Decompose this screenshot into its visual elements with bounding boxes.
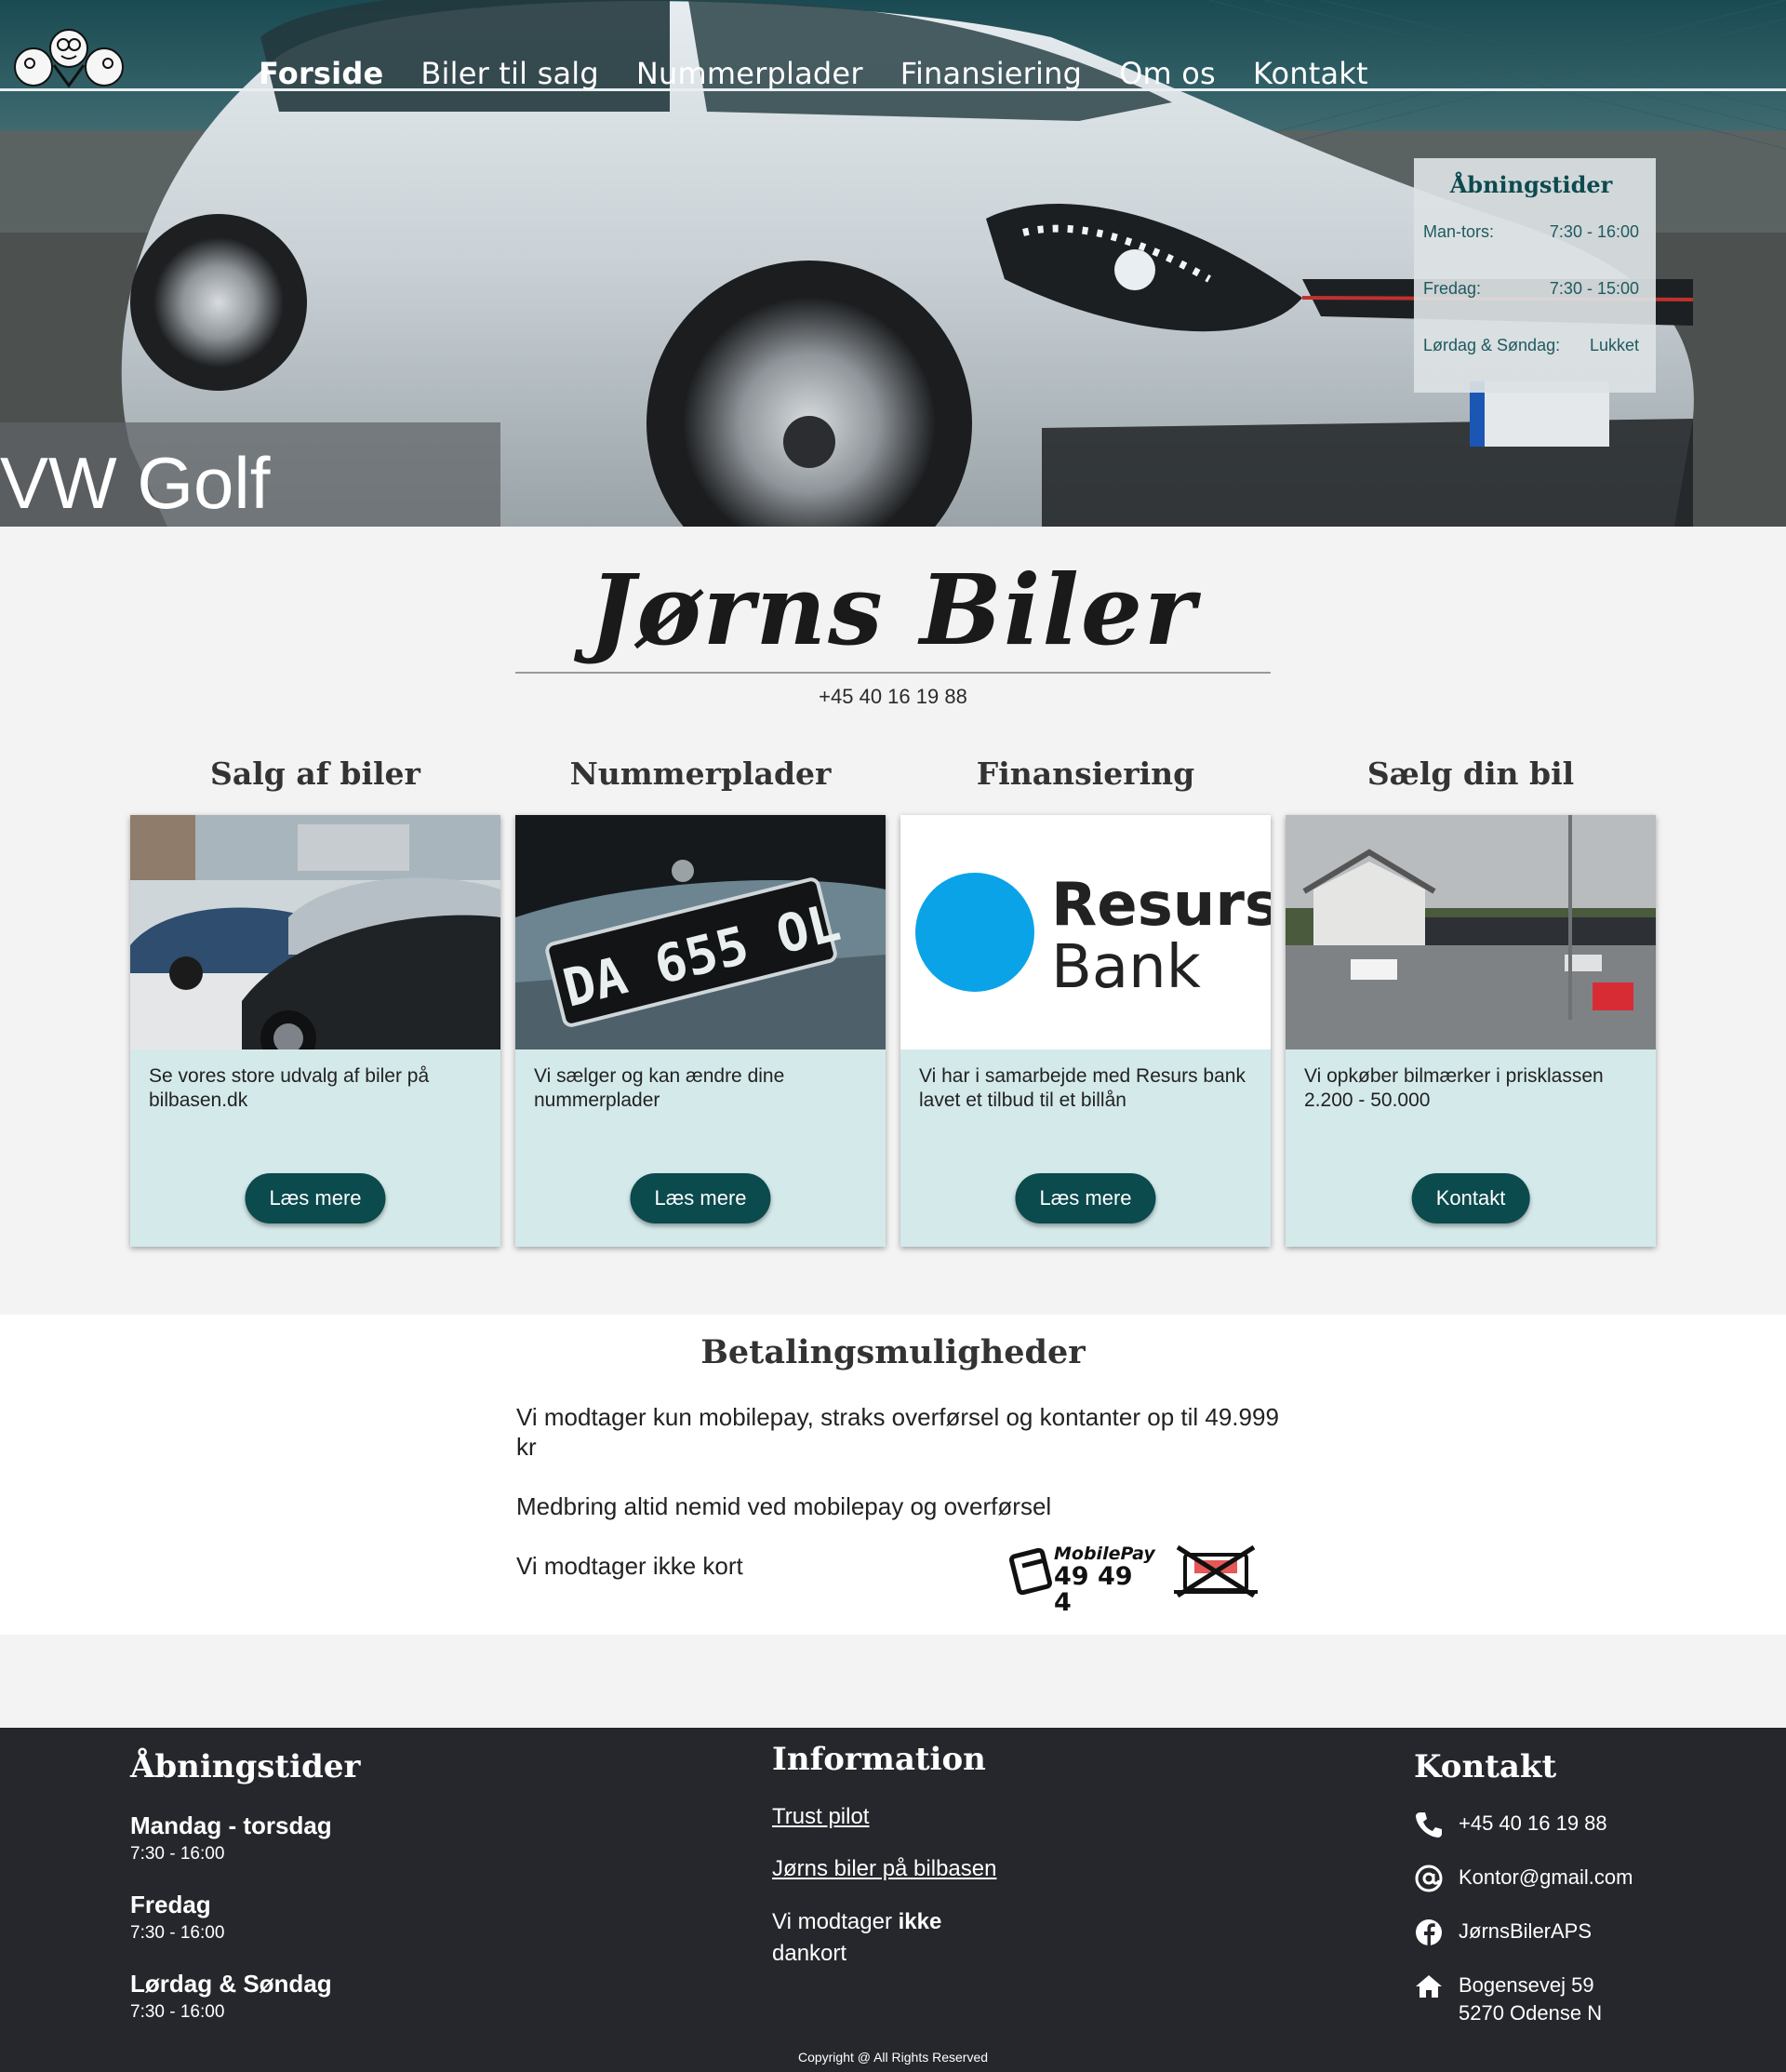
nav-link-biler-til-salg[interactable]: Biler til salg (420, 56, 599, 91)
footer-hours-day: Lørdag & Søndag (130, 1970, 332, 1998)
card-nummerplader: Nummerplader DA 655 OL Vi sælger og kan … (515, 752, 886, 1247)
hero-hours-time: 7:30 - 15:00 (1549, 279, 1639, 298)
footer-hours-time: 7:30 - 16:00 (130, 1844, 225, 1864)
card-title: Nummerplader (569, 755, 832, 792)
card-image-resurs-bank-logo: Resurs Bank (900, 815, 1271, 1049)
bilbasen-link[interactable]: Jørns biler på bilbasen (772, 1856, 996, 1882)
contact-phone-text: +45 40 16 19 88 (1459, 1811, 1607, 1835)
footer-hours-time: 7:30 - 16:00 (130, 1923, 225, 1943)
nav-link-kontakt[interactable]: Kontakt (1253, 56, 1368, 91)
mobilepay-number: 49 49 4 (1054, 1562, 1133, 1617)
card-title: Finansiering (976, 755, 1195, 792)
footer-hours-time: 7:30 - 16:00 (130, 2002, 225, 2022)
card-body: Vi opkøber bilmærker i prisklassen 2.200… (1286, 815, 1656, 1247)
hero-hours-time: Lukket (1589, 336, 1639, 354)
card-title: Sælg din bil (1366, 755, 1575, 792)
nav-link-om-os[interactable]: Om os (1119, 56, 1216, 91)
contact-facebook[interactable]: JørnsBilerAPS (1414, 1918, 1633, 1947)
footer-information: Information Trust pilot Jørns biler på b… (772, 1728, 996, 1970)
payment-text-methods: Vi modtager kun mobilepay, straks overfø… (516, 1403, 1279, 1461)
hero-opening-hours: Åbningstider Man-tors: 7:30 - 16:00 Fred… (1414, 158, 1656, 393)
footer-hours-day: Mandag - torsdag (130, 1811, 332, 1839)
card-body: Se vores store udvalg af biler på bilbas… (130, 815, 500, 1247)
contact-button[interactable]: Kontakt (1411, 1173, 1530, 1223)
footer-contact: Kontakt +45 40 16 19 88 Kontor@gmail.com… (1414, 1728, 1633, 2027)
at-icon (1415, 1865, 1443, 1892)
footer-dankort-note: Vi modtager ikke dankort (772, 1909, 942, 1966)
phone-icon (1416, 1812, 1442, 1838)
card-text: Vi opkøber bilmærker i prisklassen 2.200… (1304, 1065, 1604, 1111)
main-nav: Forside Biler til salg Nummerplader Fina… (259, 56, 1368, 91)
hero-caption: VW Golf (0, 422, 500, 527)
hero-hours-day: Fredag: (1423, 279, 1482, 298)
brand-divider (515, 672, 1271, 674)
payment-text-no-cards: Vi modtager ikke kort (516, 1552, 743, 1580)
footer-opening-hours: Åbningstider Mandag - torsdag 7:30 - 16:… (130, 1728, 360, 2023)
mobilepay-logo: MobilePay 49 49 4 (1009, 1544, 1155, 1616)
resurs-logo-line1: Resurs (1051, 871, 1271, 940)
no-dankort-icon (1174, 1544, 1258, 1598)
trustpilot-link[interactable]: Trust pilot (772, 1804, 996, 1830)
footer-info-title: Information (772, 1741, 986, 1778)
site-footer: Åbningstider Mandag - torsdag 7:30 - 16:… (0, 1728, 1786, 2072)
contact-phone[interactable]: +45 40 16 19 88 (1414, 1810, 1633, 1839)
payment-title: Betalingsmuligheder (700, 1333, 1086, 1371)
hero-banner: Forside Biler til salg Nummerplader Fina… (0, 0, 1786, 527)
site-logo[interactable] (7, 28, 130, 89)
card-salg-af-biler: Salg af biler Se vores store udvalg af b… (130, 752, 500, 1247)
hero-hours-row: Lørdag & Søndag: Lukket (1423, 336, 1639, 355)
resurs-logo-line2: Bank (1051, 933, 1201, 1002)
home-icon (1416, 1975, 1442, 1998)
card-image-street-view (1286, 815, 1656, 1049)
nav-link-finansiering[interactable]: Finansiering (900, 56, 1082, 91)
read-more-button[interactable]: Læs mere (1015, 1173, 1156, 1223)
payment-section: Betalingsmuligheder Vi modtager kun mobi… (0, 1315, 1786, 1635)
copyright-text: Copyright @ All Rights Reserved (797, 2050, 989, 2065)
hero-hours-day: Man-tors: (1423, 222, 1495, 241)
hero-caption-text: VW Golf (0, 442, 271, 524)
brand-title: Jørns Biler (589, 553, 1197, 667)
card-text: Vi sælger og kan ændre dine nummerplader (534, 1065, 785, 1111)
mobilepay-brand: MobilePay (1054, 1544, 1155, 1564)
hero-hours-row: Fredag: 7:30 - 15:00 (1423, 279, 1639, 299)
read-more-button[interactable]: Læs mere (245, 1173, 386, 1223)
card-title: Salg af biler (210, 755, 420, 792)
contact-facebook-text: JørnsBilerAPS (1459, 1919, 1593, 1943)
card-body: Resurs Bank Vi har i samarbejde med Resu… (900, 815, 1271, 1247)
nav-link-nummerplader[interactable]: Nummerplader (636, 56, 863, 91)
footer-contact-title: Kontakt (1414, 1748, 1557, 1785)
card-text: Se vores store udvalg af biler på bilbas… (149, 1065, 430, 1111)
brand-phone: +45 40 16 19 88 (819, 685, 967, 708)
nav-link-forside[interactable]: Forside (259, 56, 383, 91)
service-cards: Salg af biler Se vores store udvalg af b… (130, 752, 1656, 1247)
hero-hours-time: 7:30 - 16:00 (1549, 222, 1639, 241)
hero-hours-row: Man-tors: 7:30 - 16:00 (1423, 222, 1639, 242)
contact-address: Bogensevej 59 5270 Odense N (1414, 1972, 1633, 2027)
card-image-cars-lot (130, 815, 500, 1049)
footer-hours-day: Fredag (130, 1891, 211, 1918)
hero-hours-title: Åbningstider (1449, 171, 1613, 198)
card-finansiering: Finansiering Resurs Bank Vi har i samarb… (900, 752, 1271, 1247)
card-text: Vi har i samarbejde med Resurs bank lave… (919, 1065, 1246, 1111)
contact-email[interactable]: Kontor@gmail.com (1414, 1864, 1633, 1893)
card-body: DA 655 OL Vi sælger og kan ændre dine nu… (515, 815, 886, 1247)
hero-hours-day: Lørdag & Søndag: (1423, 336, 1561, 354)
contact-email-text: Kontor@gmail.com (1459, 1865, 1633, 1889)
card-saelg-din-bil: Sælg din bil Vi opkøber bilmærker i pris… (1286, 752, 1656, 1247)
facebook-icon (1416, 1919, 1442, 1945)
mobilepay-icon (1009, 1547, 1052, 1596)
footer-hours-title: Åbningstider (130, 1748, 361, 1785)
brand-header: Jørns Biler +45 40 16 19 88 (515, 549, 1271, 709)
contact-address-text: Bogensevej 59 5270 Odense N (1459, 1973, 1603, 2025)
card-image-license-plate: DA 655 OL (515, 815, 886, 1049)
read-more-button[interactable]: Læs mere (630, 1173, 771, 1223)
payment-text-nemid: Medbring altid nemid ved mobilepay og ov… (516, 1492, 1052, 1520)
